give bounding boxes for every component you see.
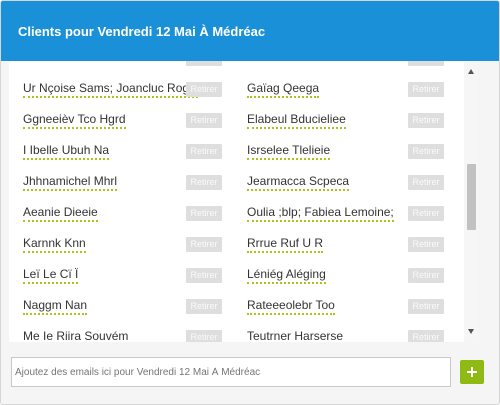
- dialog-title: Clients pour Vendredi 12 Mai À Médréac: [18, 23, 266, 39]
- client-row: Aeanie Dieeie Retirer Oulia ;blp; Fabiea L…: [9, 197, 461, 228]
- client-name: Jearmacca Scpeca: [247, 175, 350, 191]
- client-row: Ggneeièv Tco Hgrd Retirer Elabeul Bducieli…: [9, 104, 461, 135]
- clients-list-panel: RetirerRetirerUr Nçoise Sams; Joancluc R…: [9, 61, 478, 342]
- remove-client-button[interactable]: Retirer: [408, 144, 444, 159]
- client-item: Aeanie Dieeie Retirer: [9, 197, 225, 228]
- remove-client-button[interactable]: Retirer: [186, 206, 222, 221]
- client-item: Ggneeièv Tco Hgrd Retirer: [9, 104, 225, 135]
- client-name: I Ibelle Ubuh Na: [23, 144, 110, 160]
- remove-client-button[interactable]: Retirer: [186, 61, 222, 66]
- client-item: I Ibelle Ubuh Na Retirer: [9, 135, 225, 166]
- remove-client-button[interactable]: Retirer: [186, 113, 222, 128]
- client-name: Isrselee Tlelieie: [247, 144, 331, 160]
- client-item: Leï Le Cï Ï Retirer: [9, 259, 225, 290]
- client-row: Leï Le Cï Ï Retirer Léniég Aléging Retirer: [9, 259, 461, 290]
- remove-client-button[interactable]: Retirer: [186, 144, 222, 159]
- client-item: Me Ie Riira Souvém Retirer: [9, 321, 225, 342]
- vertical-scrollbar[interactable]: [464, 61, 478, 342]
- client-item: Naggm Nan Retirer: [9, 290, 225, 321]
- remove-client-button[interactable]: Retirer: [408, 175, 444, 190]
- client-row: Me Ie Riira Souvém Retirer Teutrner Harser…: [9, 321, 461, 342]
- client-name: Jhhnamichel Mhrl: [23, 175, 118, 191]
- remove-client-button[interactable]: Retirer: [186, 82, 222, 97]
- client-name: Léniég Aléging: [247, 268, 326, 284]
- client-row: Naggm Nan Retirer Rateeeolebr Too Retirer: [9, 290, 461, 321]
- chevron-up-icon[interactable]: [468, 69, 474, 74]
- remove-client-button[interactable]: Retirer: [186, 175, 222, 190]
- client-row: Ur Nçoise Sams; Joancluc Rogeru Retirer Ga…: [9, 73, 461, 104]
- remove-client-button[interactable]: Retirer: [408, 299, 444, 314]
- add-email-button[interactable]: [460, 360, 484, 384]
- client-name: Naggm Nan: [23, 299, 88, 315]
- client-item: Jearmacca Scpeca Retirer: [233, 166, 453, 197]
- client-name: Rateeeolebr Too: [247, 299, 335, 315]
- client-item: Léniég Aléging Retirer: [233, 259, 453, 290]
- client-name: Aeanie Dieeie: [23, 206, 98, 222]
- remove-client-button[interactable]: Retirer: [408, 206, 444, 221]
- client-item: Isrselee Tlelieie Retirer: [233, 135, 453, 166]
- chevron-down-icon[interactable]: [468, 329, 474, 334]
- client-row: Jhhnamichel Mhrl Retirer Jearmacca Scpeca R…: [9, 166, 461, 197]
- client-name: Ur Nçoise Sams; Joancluc Rogeru: [23, 82, 198, 98]
- client-row: Retirer Retirer: [9, 61, 461, 73]
- client-item: Elabeul Bducieliee Retirer: [233, 104, 453, 135]
- client-row: Karnnk Knn Retirer Rrrue Ruf U R Retirer: [9, 228, 461, 259]
- client-item: Gaïag Qeega Retirer: [233, 73, 453, 104]
- remove-client-button[interactable]: Retirer: [408, 330, 444, 342]
- remove-client-button[interactable]: Retirer: [408, 61, 444, 66]
- client-row: I Ibelle Ubuh Na Retirer Isrselee Tlelieie…: [9, 135, 461, 166]
- client-item: Retirer: [233, 61, 453, 73]
- dialog-header: Clients pour Vendredi 12 Mai À Médréac: [1, 1, 499, 61]
- add-emails-bar: [11, 357, 487, 387]
- remove-client-button[interactable]: Retirer: [408, 268, 444, 283]
- remove-client-button[interactable]: Retirer: [408, 82, 444, 97]
- client-name: Teutrner Harserse: [247, 330, 343, 343]
- remove-client-button[interactable]: Retirer: [408, 237, 444, 252]
- client-name: Oulia ;blp; Fabiea Lemoine;: [247, 206, 394, 222]
- client-name: Gaïag Qeega: [247, 82, 320, 98]
- remove-client-button[interactable]: Retirer: [186, 330, 222, 342]
- email-input[interactable]: [11, 357, 451, 387]
- scrollbar-thumb[interactable]: [467, 164, 476, 230]
- client-item: Karnnk Knn Retirer: [9, 228, 225, 259]
- remove-client-button[interactable]: Retirer: [186, 299, 222, 314]
- remove-client-button[interactable]: Retirer: [186, 237, 222, 252]
- client-item: Rateeeolebr Too Retirer: [233, 290, 453, 321]
- client-item: Retirer: [9, 61, 225, 73]
- client-name: Ggneeièv Tco Hgrd: [23, 113, 126, 129]
- remove-client-button[interactable]: Retirer: [186, 268, 222, 283]
- clients-list: RetirerRetirerUr Nçoise Sams; Joancluc R…: [9, 61, 461, 342]
- remove-client-button[interactable]: Retirer: [408, 113, 444, 128]
- client-item: Jhhnamichel Mhrl Retirer: [9, 166, 225, 197]
- client-item: Rrrue Ruf U R Retirer: [233, 228, 453, 259]
- client-item: Oulia ;blp; Fabiea Lemoine; Retirer: [233, 197, 453, 228]
- client-name: Rrrue Ruf U R: [247, 237, 324, 253]
- client-item: Ur Nçoise Sams; Joancluc Rogeru Retirer: [9, 73, 225, 104]
- client-name: Me Ie Riira Souvém: [23, 330, 128, 342]
- client-name: Leï Le Cï Ï: [23, 268, 79, 284]
- client-name: Elabeul Bducieliee: [247, 113, 346, 129]
- client-item: Teutrner Harserse Retirer: [233, 321, 453, 342]
- clients-dialog: Clients pour Vendredi 12 Mai À Médréac R…: [0, 0, 500, 405]
- client-name: Karnnk Knn: [23, 237, 86, 253]
